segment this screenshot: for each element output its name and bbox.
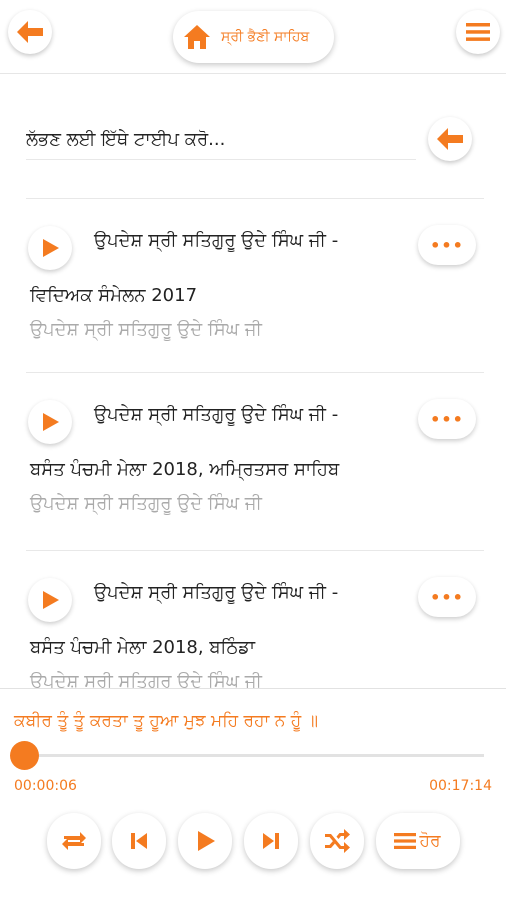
more-options-button[interactable]: ••• [418,399,476,439]
menu-button[interactable] [456,10,500,54]
track-title-line1: ਉਪਦੇਸ਼ ਸ੍ਰੀ ਸਤਿਗੁਰੂ ਉਦੇ ਸਿੰਘ ਜੀ - [94,582,339,603]
top-bar: ਸ੍ਰੀ ਭੈਣੀ ਸਾਹਿਬ [0,0,506,74]
track-title-line1: ਉਪਦੇਸ਼ ਸ੍ਰੀ ਸਤਿਗੁਰੂ ਉਦੇ ਸਿੰਘ ਜੀ - [94,404,339,425]
more-dots-icon: ••• [430,409,464,429]
repeat-icon [62,832,86,850]
track-title-line1: ਉਪਦੇਸ਼ ਸ੍ਰੀ ਸਤਿਗੁਰੂ ਉਦੇ ਸਿੰਘ ਜੀ - [94,230,339,251]
shuffle-icon [325,829,350,853]
play-icon [43,239,59,257]
search-input[interactable] [26,120,416,160]
page-title: ਸ੍ਰੀ ਭੈਣੀ ਸਾਹਿਬ [221,29,310,45]
play-track-button[interactable] [28,400,72,444]
menu-icon [393,833,416,849]
track-list: ਉਪਦੇਸ਼ ਸ੍ਰੀ ਸਤਿਗੁਰੂ ਉਦੇ ਸਿੰਘ ਜੀ - ••• ਵਿ… [0,198,506,688]
now-playing-text: ਕਬੀਰ ਤੂੰ ਤੂੰ ਕਰਤਾ ਤੂ ਹੂਆ ਮੁਝ ਮਹਿ ਰਹਾ ਨ ਹ… [14,711,319,731]
search-back-button[interactable] [428,117,472,161]
list-item[interactable]: ਉਪਦੇਸ਼ ਸ੍ਰੀ ਸਤਿਗੁਰੂ ਉਦੇ ਸਿੰਘ ਜੀ - ••• ਬਸ… [26,550,484,688]
repeat-button[interactable] [47,813,101,869]
track-title-line2: ਬਸੰਤ ਪੰਚਮੀ ਮੇਲਾ 2018, ਬਠਿੰਡਾ [30,637,256,658]
track-title-line2: ਵਿਦਿਅਕ ਸੰਮੇਲਨ 2017 [30,285,198,306]
more-label: ਹੋਰ [419,831,441,851]
arrow-left-icon [437,128,463,150]
home-title-button[interactable]: ਸ੍ਰੀ ਭੈਣੀ ਸਾਹਿਬ [173,11,334,63]
more-options-button[interactable]: ••• [418,577,476,617]
play-icon [198,831,215,851]
skip-next-icon [263,833,279,849]
seek-handle[interactable] [10,741,40,770]
shuffle-button[interactable] [310,813,364,869]
skip-previous-icon [131,833,147,849]
total-time: 00:17:14 [429,778,492,794]
more-menu-button[interactable]: ਹੋਰ [376,813,460,869]
list-item[interactable]: ਉਪਦੇਸ਼ ਸ੍ਰੀ ਸਤਿਗੁਰੂ ਉਦੇ ਸਿੰਘ ਜੀ - ••• ਵਿ… [26,198,484,372]
home-icon [184,25,210,49]
track-subtitle: ਉਪਦੇਸ਼ ਸ੍ਰੀ ਸਤਿਗੁਰੂ ਉਦੇ ਸਿੰਘ ਜੀ [30,671,262,688]
more-options-button[interactable]: ••• [418,225,476,265]
previous-button[interactable] [112,813,166,869]
track-subtitle: ਉਪਦੇਸ਼ ਸ੍ਰੀ ਸਤਿਗੁਰੂ ਉਦੇ ਸਿੰਘ ਜੀ [30,493,262,514]
menu-icon [466,23,490,41]
play-button[interactable] [178,813,232,869]
arrow-left-icon [17,21,43,43]
track-title-line2: ਬਸੰਤ ਪੰਚਮੀ ਮੇਲਾ 2018, ਅਮ੍ਰਿਤਸਰ ਸਾਹਿਬ [30,459,340,480]
progress-track[interactable] [22,754,484,757]
list-item[interactable]: ਉਪਦੇਸ਼ ਸ੍ਰੀ ਸਤਿਗੁਰੂ ਉਦੇ ਸਿੰਘ ਜੀ - ••• ਬਸ… [26,372,484,546]
more-dots-icon: ••• [430,235,464,255]
play-track-button[interactable] [28,226,72,270]
audio-player: ਕਬੀਰ ਤੂੰ ਤੂੰ ਕਰਤਾ ਤੂ ਹੂਆ ਮੁਝ ਮਹਿ ਰਹਾ ਨ ਹ… [0,688,506,900]
play-icon [43,413,59,431]
next-button[interactable] [244,813,298,869]
more-dots-icon: ••• [430,587,464,607]
play-track-button[interactable] [28,578,72,622]
back-button[interactable] [8,10,52,54]
current-time: 00:00:06 [14,778,77,794]
search-row [0,100,506,180]
play-icon [43,591,59,609]
track-subtitle: ਉਪਦੇਸ਼ ਸ੍ਰੀ ਸਤਿਗੁਰੂ ਉਦੇ ਸਿੰਘ ਜੀ [30,319,262,340]
